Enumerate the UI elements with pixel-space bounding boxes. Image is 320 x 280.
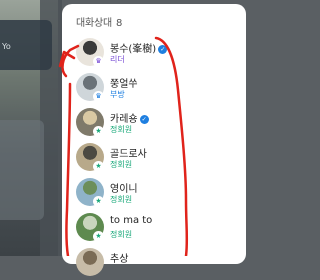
member-name: 쭝얼쑤 — [110, 75, 138, 90]
panel-title: 대화상대 8 — [76, 14, 122, 29]
panel-title-text: 대화상대 — [76, 18, 112, 29]
member-row[interactable]: ♛ 봉수(峯樹) ✓ 리더 — [76, 38, 236, 70]
member-row[interactable]: ♛ 쭝얼쑤 부방 — [76, 73, 236, 105]
member-row[interactable]: ★ 카레숑 ✓ 정회원 — [76, 108, 236, 140]
member-role: 리더 — [110, 55, 125, 64]
avatar[interactable] — [76, 248, 104, 276]
member-name: 카레숑 ✓ — [110, 110, 149, 125]
member-count: 8 — [116, 18, 123, 29]
member-role: 정회원 — [110, 230, 133, 239]
member-name-text: to ma to — [110, 215, 153, 226]
background-block — [0, 120, 44, 220]
verified-check-icon: ✓ — [158, 45, 168, 54]
member-row[interactable]: ★ 영이니 정회원 — [76, 178, 236, 210]
star-icon: ★ — [93, 126, 104, 137]
member-row[interactable]: 추상 — [76, 248, 236, 280]
member-row[interactable]: ★ to ma to 정회원 — [76, 213, 236, 245]
star-icon: ★ — [93, 161, 104, 172]
member-name: 골드로사 — [110, 145, 147, 160]
crown-icon: ♛ — [93, 91, 104, 102]
member-row[interactable]: ★ 골드로사 정회원 — [76, 143, 236, 175]
star-icon: ★ — [93, 196, 104, 207]
members-panel: 대화상대 8 ♛ 봉수(峯樹) ✓ 리더 ♛ 쭝얼쑤 부방 ★ 카레숑 ✓ 정회원 ★ 골드로사 정회원 ★ 영… — [62, 4, 246, 276]
member-name: 추상 — [110, 250, 128, 265]
member-name: 영이니 — [110, 180, 138, 195]
star-icon: ★ — [93, 231, 104, 242]
background-tab-text: Yo — [2, 42, 11, 51]
verified-check-icon: ✓ — [139, 115, 149, 124]
member-role: 정회원 — [110, 160, 133, 169]
member-role: 정회원 — [110, 125, 133, 134]
member-role: 정회원 — [110, 195, 133, 204]
member-name: 봉수(峯樹) ✓ — [110, 40, 168, 55]
member-role: 부방 — [110, 90, 125, 99]
crown-icon: ♛ — [93, 56, 104, 67]
member-name: to ma to — [110, 215, 152, 226]
background-tab: Yo — [0, 20, 52, 70]
